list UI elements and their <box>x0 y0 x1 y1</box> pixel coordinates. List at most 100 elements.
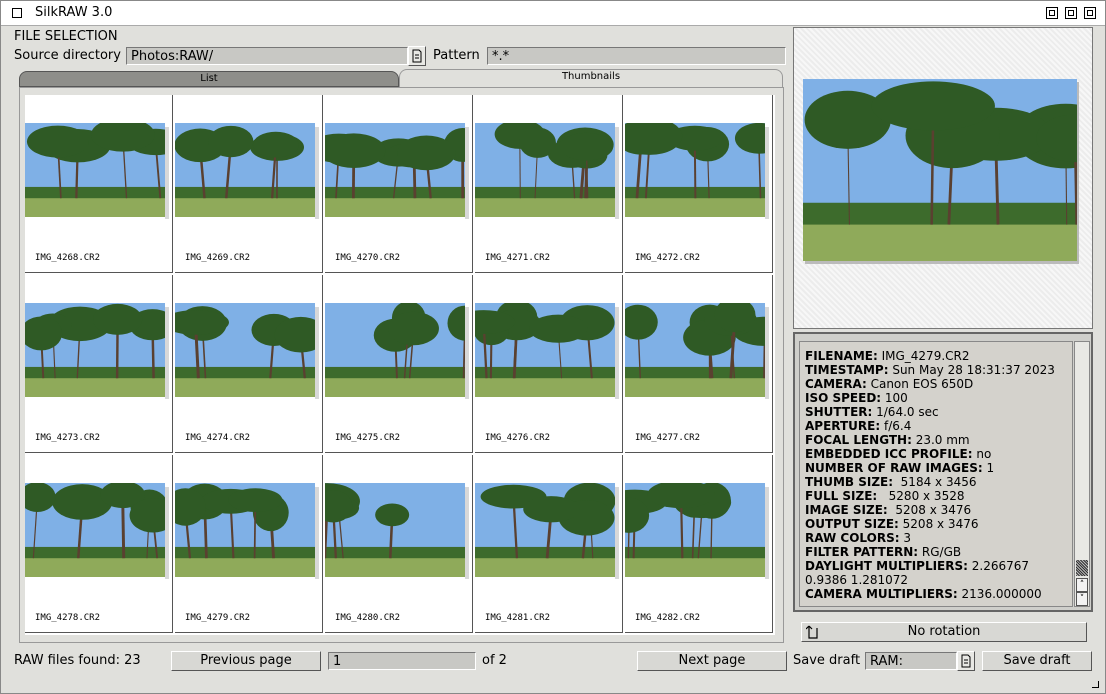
info-key: CAMERA: <box>805 377 867 391</box>
source-directory-field[interactable]: Photos:RAW/ <box>126 47 408 65</box>
info-line: APERTURE: f/6.4 <box>805 419 1069 433</box>
thumbnail-cell[interactable]: IMG_4273.CR2 <box>25 275 173 453</box>
thumbnail-cell[interactable]: IMG_4274.CR2 <box>175 275 323 453</box>
thumbnail-cell[interactable]: IMG_4276.CR2 <box>475 275 623 453</box>
thumbnail-filename: IMG_4273.CR2 <box>35 433 101 443</box>
thumbnail-shadow <box>315 487 319 579</box>
info-key: RAW COLORS: <box>805 531 900 545</box>
thumbnail-cell[interactable]: IMG_4271.CR2 <box>475 95 623 273</box>
thumbnail-image <box>325 303 465 397</box>
thumbnail-shadow <box>615 127 619 219</box>
thumbnail-cell[interactable]: IMG_4282.CR2 <box>625 455 773 633</box>
depth-gadget-icon[interactable] <box>1084 7 1096 19</box>
info-value: RG/GB <box>918 545 962 559</box>
info-value: 2136.000000 <box>957 587 1042 601</box>
info-key: APERTURE: <box>805 419 881 433</box>
info-value: f/6.4 <box>880 419 912 433</box>
thumbnail-image <box>175 483 315 577</box>
thumbnail-shadow <box>465 487 469 579</box>
thumbnail-cell[interactable]: IMG_4281.CR2 <box>475 455 623 633</box>
page-number-field[interactable]: 1 <box>328 652 476 670</box>
thumbnail-image <box>325 123 465 217</box>
info-key: SHUTTER: <box>805 405 873 419</box>
thumbnail-image <box>25 483 165 577</box>
thumbnail-image <box>175 123 315 217</box>
info-line: FILENAME: IMG_4279.CR2 <box>805 349 1069 363</box>
thumbnail-shadow <box>465 307 469 399</box>
thumbnail-cell[interactable]: IMG_4272.CR2 <box>625 95 773 273</box>
thumbnail-shadow <box>765 487 769 579</box>
section-title: FILE SELECTION <box>14 29 118 44</box>
thumbnail-cell[interactable]: IMG_4280.CR2 <box>325 455 473 633</box>
previous-page-button[interactable]: Previous page <box>171 651 321 671</box>
thumbnail-shadow <box>315 307 319 399</box>
scroll-up-arrow-icon[interactable]: ˄ <box>1076 578 1088 592</box>
info-line: DAYLIGHT MULTIPLIERS: 2.266767 0.9386 1.… <box>805 559 1069 587</box>
directory-picker-button[interactable] <box>408 46 426 66</box>
thumbnail-cell[interactable]: IMG_4270.CR2 <box>325 95 473 273</box>
thumbnail-cell[interactable]: IMG_4278.CR2 <box>25 455 173 633</box>
thumbnail-filename: IMG_4269.CR2 <box>185 253 251 263</box>
tab-thumbnails[interactable]: Thumbnails <box>399 69 783 87</box>
scroll-down-arrow-icon[interactable]: ˅ <box>1076 592 1088 606</box>
thumbnail-cell[interactable]: IMG_4268.CR2 <box>25 95 173 273</box>
info-key: IMAGE SIZE: <box>805 503 888 517</box>
info-line: CAMERA MULTIPLIERS: 2136.000000 <box>805 587 1069 601</box>
thumbnail-filename: IMG_4281.CR2 <box>485 613 551 623</box>
info-key: FULL SIZE: <box>805 489 878 503</box>
info-key: FILTER PATTERN: <box>805 545 919 559</box>
thumbnail-shadow <box>315 127 319 219</box>
thumbnail-image <box>625 303 765 397</box>
info-text: FILENAME: IMG_4279.CR2 TIMESTAMP: Sun May… <box>805 349 1069 601</box>
info-line: CAMERA: Canon EOS 650D <box>805 377 1069 391</box>
scrollbar-knob[interactable] <box>1076 560 1088 576</box>
save-draft-path-field[interactable]: RAM: <box>865 652 957 670</box>
info-value: no <box>972 447 992 461</box>
info-key: EMBEDDED ICC PROFILE: <box>805 447 973 461</box>
rotation-cycle-button[interactable]: No rotation <box>801 622 1087 642</box>
tab-list[interactable]: List <box>19 71 399 87</box>
thumbnail-filename: IMG_4268.CR2 <box>35 253 101 263</box>
info-value: 5208 x 3476 <box>898 517 979 531</box>
title-bar[interactable]: SilkRAW 3.0 <box>1 1 1105 26</box>
thumbnail-cell[interactable]: IMG_4277.CR2 <box>625 275 773 453</box>
info-value: 23.0 mm <box>911 433 970 447</box>
iconify-gadget-icon[interactable] <box>1046 7 1058 19</box>
thumbnail-filename: IMG_4282.CR2 <box>635 613 701 623</box>
thumbnail-filename: IMG_4270.CR2 <box>335 253 401 263</box>
thumbnail-filename: IMG_4272.CR2 <box>635 253 701 263</box>
thumbnail-image <box>475 123 615 217</box>
info-value: 5280 x 3528 <box>877 489 965 503</box>
preview-image <box>803 79 1077 261</box>
source-directory-label: Source directory <box>14 48 121 63</box>
pattern-field[interactable]: *.* <box>487 47 786 65</box>
thumbnail-grid: IMG_4268.CR2 IMG_4269.CR2 IMG_4270.CR2 IMG_… <box>25 95 775 635</box>
thumbnail-shadow <box>765 127 769 219</box>
close-gadget-icon[interactable] <box>12 8 22 18</box>
info-line: OUTPUT SIZE: 5208 x 3476 <box>805 517 1069 531</box>
thumbnail-image <box>475 483 615 577</box>
info-text-area[interactable]: FILENAME: IMG_4279.CR2 TIMESTAMP: Sun May… <box>799 341 1073 607</box>
thumbnail-cell[interactable]: IMG_4275.CR2 <box>325 275 473 453</box>
info-line: IMAGE SIZE: 5208 x 3476 <box>805 503 1069 517</box>
info-value: 1/64.0 sec <box>872 405 939 419</box>
save-path-picker-button[interactable] <box>957 651 975 671</box>
pattern-label: Pattern <box>433 48 480 63</box>
rotation-label: No rotation <box>907 624 981 639</box>
thumbnail-shadow <box>165 127 169 219</box>
thumbnail-cell[interactable]: IMG_4279.CR2 <box>175 455 323 633</box>
thumbnail-filename: IMG_4271.CR2 <box>485 253 551 263</box>
thumbnail-filename: IMG_4278.CR2 <box>35 613 101 623</box>
thumbnail-cell[interactable]: IMG_4269.CR2 <box>175 95 323 273</box>
save-draft-button[interactable]: Save draft <box>982 651 1092 671</box>
info-value: 100 <box>881 391 908 405</box>
thumbnail-filename: IMG_4280.CR2 <box>335 613 401 623</box>
resize-gadget-icon[interactable] <box>1092 681 1099 688</box>
info-scrollbar[interactable]: ˄ ˅ <box>1074 341 1090 607</box>
info-key: ISO SPEED: <box>805 391 882 405</box>
zoom-gadget-icon[interactable] <box>1065 7 1077 19</box>
save-draft-label: Save draft <box>793 653 861 668</box>
next-page-button[interactable]: Next page <box>637 651 787 671</box>
thumbnail-shadow <box>165 487 169 579</box>
info-line: FULL SIZE: 5280 x 3528 <box>805 489 1069 503</box>
